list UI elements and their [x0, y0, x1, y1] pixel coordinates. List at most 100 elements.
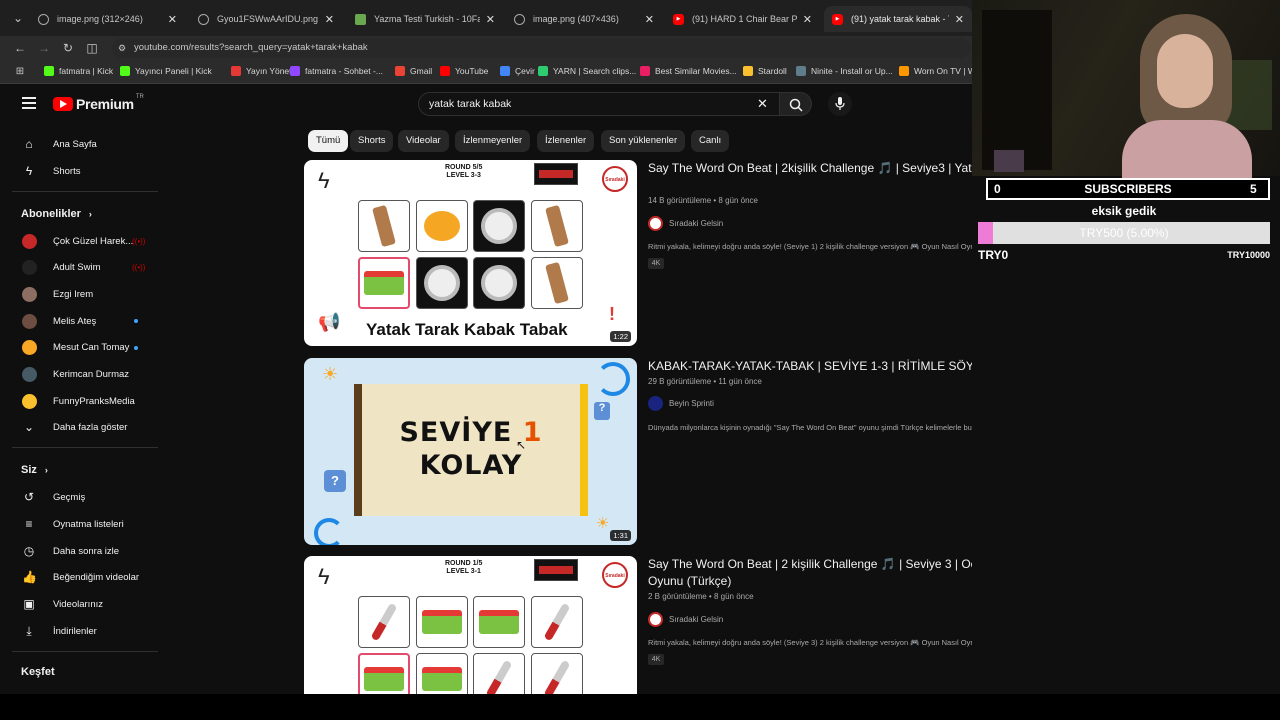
close-tab-icon[interactable]: ✕: [803, 13, 812, 26]
kick-icon: [44, 66, 54, 76]
filter-chip-shorts[interactable]: Shorts: [350, 130, 394, 152]
channel-link[interactable]: Sıradaki Gelsin: [648, 216, 723, 231]
browser-tab[interactable]: image.png (312×246) ✕: [30, 6, 185, 32]
split-view-icon[interactable]: ◫: [84, 40, 100, 56]
bookmark-item[interactable]: Stardoll: [743, 66, 787, 76]
video-thumbnail[interactable]: ϟ ROUND 1/5 LEVEL 3-1 Sıradaki Gelsin: [304, 556, 637, 694]
video-title[interactable]: Say The Word On Beat | 2kişilik Challeng…: [648, 160, 972, 177]
filter-chip-live[interactable]: Canlı: [691, 130, 730, 152]
plate-icon: [481, 265, 517, 301]
video-description: Dünyada milyonlarca kişinin oynadığı "Sa…: [648, 423, 972, 432]
back-arrow-icon[interactable]: ←: [12, 40, 28, 56]
close-tab-icon[interactable]: ✕: [486, 13, 495, 26]
search-button[interactable]: [780, 92, 812, 116]
youtube-icon: ▶: [673, 13, 684, 25]
show-more-button[interactable]: ⌄ Daha fazla göster: [0, 414, 158, 440]
sidebar-item-channel[interactable]: Adult Swim ((•)): [0, 255, 158, 281]
desk-object: [994, 150, 1024, 172]
browser-toolbar: ← → ↻ ◫ ⚙ youtube.com/results?search_que…: [0, 36, 972, 60]
card-pumpkin: [416, 200, 468, 252]
tab-strip: ⌄ image.png (312×246) ✕ Gyou1FSWwAArIDU.…: [0, 0, 972, 36]
search-input[interactable]: yatak tarak kabak: [429, 98, 511, 110]
download-icon: ⤓: [26, 623, 32, 638]
youtube-premium-logo[interactable]: Premium TR: [53, 94, 144, 112]
apps-grid-icon[interactable]: ⊞: [12, 64, 28, 80]
close-tab-icon[interactable]: ✕: [168, 13, 177, 26]
filter-chip-videos[interactable]: Videolar: [398, 130, 449, 152]
sidebar-item-channel[interactable]: Kerimcan Durmaz: [0, 362, 158, 388]
bookmark-item[interactable]: YARN | Search clips...: [538, 66, 636, 76]
clear-search-icon[interactable]: ✕: [757, 96, 768, 112]
bookmark-item[interactable]: Yayıncı Paneli | Kick: [120, 66, 212, 76]
bookmark-item[interactable]: Worn On TV | Wh: [899, 66, 981, 76]
filter-chip-unwatched[interactable]: İzlenmeyenler: [455, 130, 531, 152]
card-comb: [531, 257, 583, 309]
address-bar[interactable]: ⚙ youtube.com/results?search_query=yatak…: [112, 38, 970, 58]
goal-bar: TRY500 (5.00%): [978, 222, 1270, 244]
video-title[interactable]: Say The Word On Beat | 2 kişilik Challen…: [648, 556, 972, 590]
video-thumbnail[interactable]: ☀ ? ? SEVİYE 1 KOLAY ☀ ↖ 1:31: [304, 358, 637, 545]
card-plate: [473, 257, 525, 309]
video-thumbnail[interactable]: ϟ ROUND 5/5 LEVEL 3-3 Sıradaki Gelsin 📢 …: [304, 160, 637, 346]
browser-tab[interactable]: Gyou1FSWwAArIDU.png (552× ✕: [190, 6, 342, 32]
filter-chip-watched[interactable]: İzlenenler: [537, 130, 595, 152]
video-title[interactable]: KABAK-TARAK-YATAK-TABAK | SEVİYE 1-3 | R…: [648, 358, 972, 375]
sidebar-item-liked-videos[interactable]: 👍 Beğendiğim videolar: [0, 564, 158, 590]
forward-arrow-icon[interactable]: →: [36, 40, 52, 56]
channel-link[interactable]: Sıradaki Gelsin: [648, 612, 723, 627]
chevron-down-icon: ⌄: [23, 420, 35, 434]
lightning-icon: ϟ: [318, 564, 330, 589]
bookmark-item[interactable]: Ninite - Install or Up...: [796, 66, 893, 76]
sidebar-item-watch-later[interactable]: ◷ Daha sonra izle: [0, 538, 158, 564]
playlists-icon: ≡: [25, 517, 33, 531]
globe-icon: [38, 13, 49, 25]
bookmark-item[interactable]: Çevir: [500, 66, 535, 76]
knife-icon: [485, 659, 513, 694]
channel-link[interactable]: Beyin Sprinti: [648, 396, 714, 411]
browser-tab[interactable]: image.png (407×436) ✕: [506, 6, 662, 32]
sidebar-item-downloads[interactable]: ⤓ İndirilenler: [0, 618, 158, 644]
sidebar-item-channel[interactable]: Çok Güzel Harek... ((•)): [0, 228, 158, 254]
bookmark-item[interactable]: fatmatra - Sohbet -...: [290, 66, 383, 76]
thumbs-up-icon: 👍: [22, 570, 37, 584]
bookmark-item[interactable]: Best Similar Movies...: [640, 66, 737, 76]
room-background: [982, 10, 1052, 170]
wave-decoration: [314, 518, 344, 545]
sidebar-item-playlists[interactable]: ≡ Oynatma listeleri: [0, 511, 158, 537]
search-icon: [789, 98, 803, 112]
bookmark-item[interactable]: Gmail: [395, 66, 432, 76]
scoreboard: [534, 559, 578, 581]
browser-tab[interactable]: Yazma Testi Turkish - 10FastFing ✕: [347, 6, 503, 32]
knife-icon: [543, 602, 571, 642]
sidebar-item-history[interactable]: ↺ Geçmiş: [0, 484, 158, 510]
avatar: [22, 393, 37, 409]
close-tab-icon[interactable]: ✕: [955, 13, 964, 26]
bookmark-item[interactable]: fatmatra | Kick: [44, 66, 113, 76]
close-tab-icon[interactable]: ✕: [645, 13, 654, 26]
sidebar-item-channel[interactable]: Melis Ateş: [0, 308, 158, 334]
voice-search-button[interactable]: [828, 92, 852, 116]
browser-tab-active[interactable]: ▶ (91) yatak tarak kabak - YouTub ✕: [824, 6, 972, 32]
search-box[interactable]: yatak tarak kabak ✕: [418, 92, 780, 116]
menu-icon[interactable]: [22, 97, 36, 109]
site-info-icon[interactable]: ⚙: [118, 38, 126, 58]
card-knife: [531, 653, 583, 694]
close-tab-icon[interactable]: ✕: [325, 13, 334, 26]
sidebar-item-channel[interactable]: Mesut Can Tomay: [0, 335, 158, 361]
bookmark-item[interactable]: YouTube: [440, 66, 488, 76]
avatar: [22, 340, 37, 356]
sidebar-item-home[interactable]: ⌂ Ana Sayfa: [0, 131, 158, 157]
tab-search-icon[interactable]: ⌄: [10, 10, 26, 26]
reload-icon[interactable]: ↻: [60, 40, 76, 56]
you-header[interactable]: Siz ›: [21, 464, 48, 476]
subscriptions-header[interactable]: Abonelikler ›: [21, 208, 92, 220]
sidebar-item-channel[interactable]: FunnyPranksMedia: [0, 388, 158, 414]
sidebar-item-shorts[interactable]: ϟ Shorts: [0, 158, 158, 184]
filter-chip-all[interactable]: Tümü: [308, 130, 349, 152]
filter-chip-recent[interactable]: Son yüklenenler: [601, 130, 686, 152]
sidebar-item-channel[interactable]: Ezgi Irem: [0, 281, 158, 307]
pumpkin-icon: [424, 211, 460, 241]
bottom-bar: [0, 694, 1280, 720]
browser-tab[interactable]: ▶ (91) HARD 1 Chair Bear Pear - Y ✕: [665, 6, 820, 32]
sidebar-item-your-videos[interactable]: ▣ Videolarınız: [0, 591, 158, 617]
